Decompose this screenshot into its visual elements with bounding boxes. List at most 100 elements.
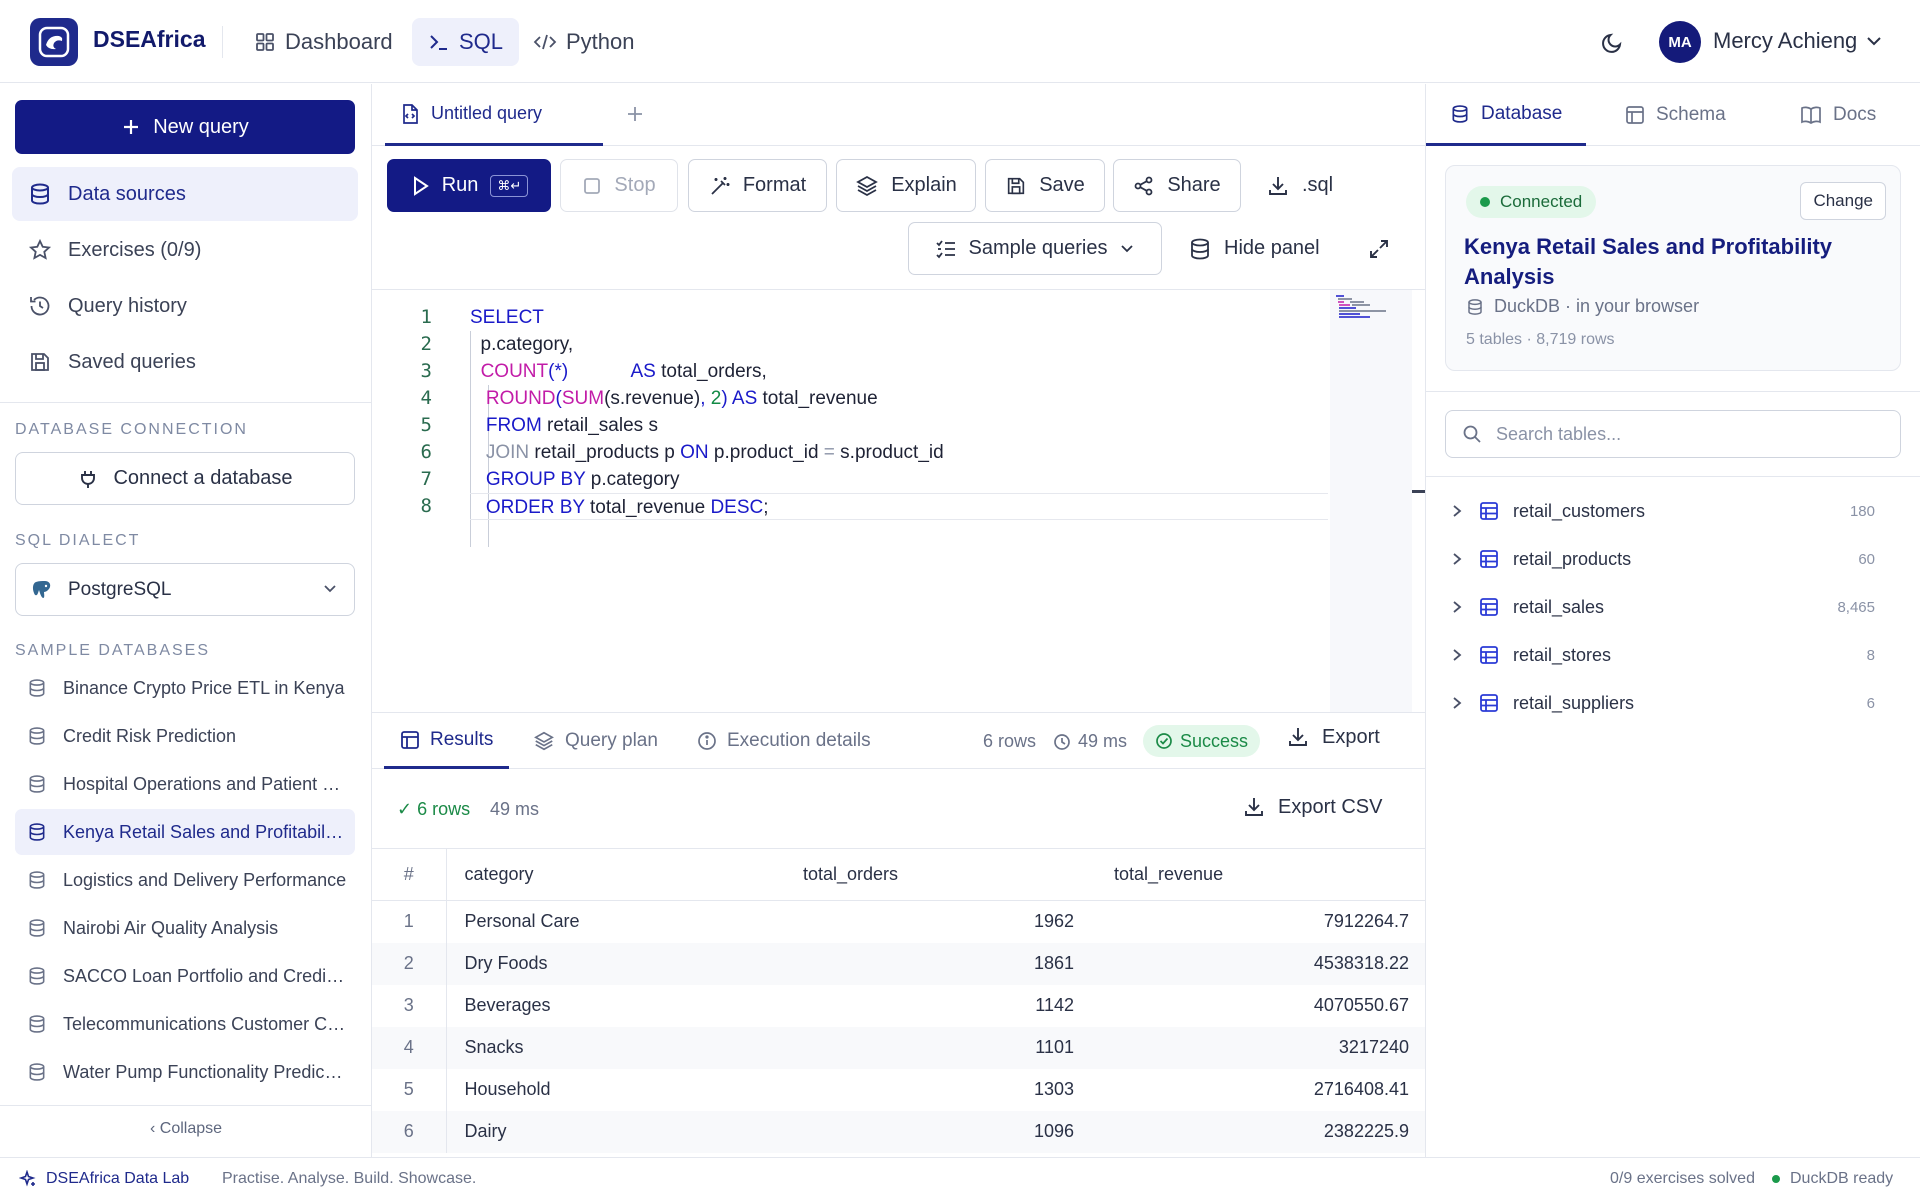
dark-mode-toggle[interactable] <box>1600 29 1626 55</box>
sql-code[interactable]: SELECT p.category, COUNT(*) AS total_ord… <box>470 304 1328 520</box>
results-summary-bar: ✓ 6 rows 49 ms Export CSV <box>372 769 1425 849</box>
nav-tab-dashboard[interactable]: Dashboard <box>238 18 409 66</box>
column-header-index[interactable]: # <box>372 848 447 901</box>
chevron-right-icon[interactable] <box>1445 503 1469 519</box>
sidebar-item-history[interactable]: Query history <box>12 279 358 333</box>
editor-scrollbar[interactable] <box>1412 490 1425 493</box>
nav-tab-python[interactable]: Python <box>517 18 651 66</box>
code-line: FROM retail_sales s <box>485 415 658 436</box>
chevron-right-icon[interactable] <box>1445 695 1469 711</box>
time-text: 49 ms <box>1078 731 1128 751</box>
export-csv-button[interactable]: Export CSV <box>1242 795 1382 819</box>
avatar[interactable]: MA <box>1659 21 1701 63</box>
editor-minimap[interactable] <box>1330 290 1412 712</box>
explain-button[interactable]: Explain <box>836 159 976 212</box>
sidebar-divider <box>0 1105 372 1106</box>
add-tab-button[interactable] <box>622 101 648 127</box>
schema-table-item[interactable]: retail_customers 180 <box>1445 491 1875 531</box>
stop-button[interactable]: Stop <box>560 159 678 212</box>
format-button[interactable]: Format <box>688 159 827 212</box>
column-header-total-revenue[interactable]: total_revenue <box>1090 848 1425 901</box>
run-button[interactable]: Run ⌘↵ <box>387 159 551 212</box>
sample-database-item[interactable]: Credit Risk Prediction <box>15 713 355 759</box>
chevron-down-icon[interactable] <box>1865 34 1883 48</box>
sql-file-icon <box>403 103 418 124</box>
column-header-category[interactable]: category <box>446 848 779 901</box>
schema-table-item[interactable]: retail_products 60 <box>1445 539 1875 579</box>
share-label: Share <box>1167 174 1221 196</box>
export-csv-label: Export CSV <box>1278 795 1383 818</box>
tab-results[interactable]: Results <box>384 713 510 769</box>
table-row[interactable]: 5 Household 1303 2716408.41 <box>372 1068 1425 1111</box>
user-name[interactable]: Mercy Achieng <box>1713 28 1857 54</box>
connect-database-button[interactable]: Connect a database <box>15 452 355 505</box>
magic-wand-icon <box>711 176 730 195</box>
table-name: retail_sales <box>1513 596 1605 617</box>
nav-tab-sql[interactable]: SQL <box>412 18 520 66</box>
brand-name[interactable]: DSEAfrica <box>93 26 205 53</box>
code-line: JOIN retail_products p ON p.product_id =… <box>485 442 944 463</box>
sample-database-item[interactable]: Binance Crypto Price ETL in Kenya <box>15 665 355 711</box>
cell-total-revenue: 3217240 <box>1090 1026 1425 1069</box>
logo-icon[interactable] <box>30 18 78 66</box>
tab-label: Query plan <box>565 730 658 751</box>
row-index: 4 <box>372 1026 447 1069</box>
schema-table-item[interactable]: retail_suppliers 6 <box>1445 683 1875 723</box>
table-row-count: 6 <box>1866 694 1875 712</box>
chevron-right-icon[interactable] <box>1445 647 1469 663</box>
tab-schema[interactable]: Schema <box>1625 84 1726 146</box>
sample-database-item[interactable]: Telecommunications Customer Churn <box>15 1001 355 1047</box>
cell-total-orders: 1142 <box>1035 995 1074 1015</box>
row-index: 1 <box>372 900 447 943</box>
save-button[interactable]: Save <box>985 159 1105 212</box>
hide-panel-label: Hide panel <box>1224 237 1320 259</box>
table-icon <box>1479 501 1499 521</box>
tab-database[interactable]: Database <box>1426 84 1587 146</box>
sample-database-item[interactable]: Hospital Operations and Patient Outcomes <box>15 761 355 807</box>
share-button[interactable]: Share <box>1113 159 1241 212</box>
tab-docs[interactable]: Docs <box>1800 84 1876 146</box>
database-icon <box>29 967 45 985</box>
sample-database-item[interactable]: Logistics and Delivery Performance <box>15 857 355 903</box>
tab-untitled-query[interactable]: Untitled query <box>385 84 603 146</box>
new-query-button[interactable]: New query <box>15 100 355 154</box>
sidebar-item-data-sources[interactable]: Data sources <box>12 167 358 221</box>
hide-panel-button[interactable]: Hide panel <box>1188 222 1320 275</box>
maximize-button[interactable] <box>1367 222 1391 275</box>
clock-icon <box>1054 733 1070 750</box>
sql-dialect-select[interactable]: PostgreSQL <box>15 563 355 616</box>
download-sql-button[interactable]: .sql <box>1266 159 1333 212</box>
collapse-sidebar-button[interactable]: ‹ Collapse <box>0 1120 372 1138</box>
search-tables-input[interactable]: Search tables... <box>1445 410 1901 458</box>
table-row[interactable]: 1 Personal Care 1962 7912264.7 <box>372 900 1425 943</box>
sql-dialect-heading: SQL DIALECT <box>15 532 141 549</box>
code-line: ROUND(SUM(s.revenue), 2) AS total_revenu… <box>485 388 878 409</box>
table-row-count: 8,465 <box>1837 598 1875 616</box>
sample-queries-dropdown[interactable]: Sample queries <box>908 222 1162 275</box>
sidebar-item-saved[interactable]: Saved queries <box>12 335 358 389</box>
sidebar-item-exercises[interactable]: Exercises (0/9) <box>12 223 358 277</box>
sample-database-item[interactable]: Nairobi Air Quality Analysis <box>15 905 355 951</box>
sql-editor[interactable]: 1 2 3 4 5 6 7 8 SELECT p.category, COUNT… <box>372 290 1425 712</box>
column-header-total-orders[interactable]: total_orders <box>779 848 1090 901</box>
sample-database-label: Binance Crypto Price ETL in Kenya <box>63 677 345 698</box>
tab-execution-details[interactable]: Execution details <box>697 713 871 769</box>
postgresql-elephant-icon <box>32 580 51 598</box>
schema-table-item[interactable]: retail_stores 8 <box>1445 635 1875 675</box>
tab-query-plan[interactable]: Query plan <box>533 713 658 769</box>
table-row[interactable]: 4 Snacks 1101 3217240 <box>372 1026 1425 1069</box>
table-row[interactable]: 2 Dry Foods 1861 4538318.22 <box>372 942 1425 985</box>
export-button[interactable]: Export <box>1286 725 1380 749</box>
schema-table-item[interactable]: retail_sales 8,465 <box>1445 587 1875 627</box>
table-row[interactable]: 3 Beverages 1142 4070550.67 <box>372 984 1425 1027</box>
sample-database-item[interactable]: Kenya Retail Sales and Profitability Ana… <box>15 809 355 855</box>
sample-database-item[interactable]: SACCO Loan Portfolio and Credit Risk <box>15 953 355 999</box>
chevron-right-icon[interactable] <box>1445 599 1469 615</box>
cell-total-revenue: 4070550.67 <box>1313 995 1409 1015</box>
change-database-button[interactable]: Change <box>1800 182 1886 220</box>
sample-database-item[interactable]: Water Pump Functionality Prediction <box>15 1049 355 1095</box>
table-row[interactable]: 6 Dairy 1096 2382225.9 <box>372 1110 1425 1153</box>
chevron-right-icon[interactable] <box>1445 551 1469 567</box>
list-checks-icon <box>935 239 955 258</box>
success-rows: ✓ 6 rows <box>397 799 471 819</box>
